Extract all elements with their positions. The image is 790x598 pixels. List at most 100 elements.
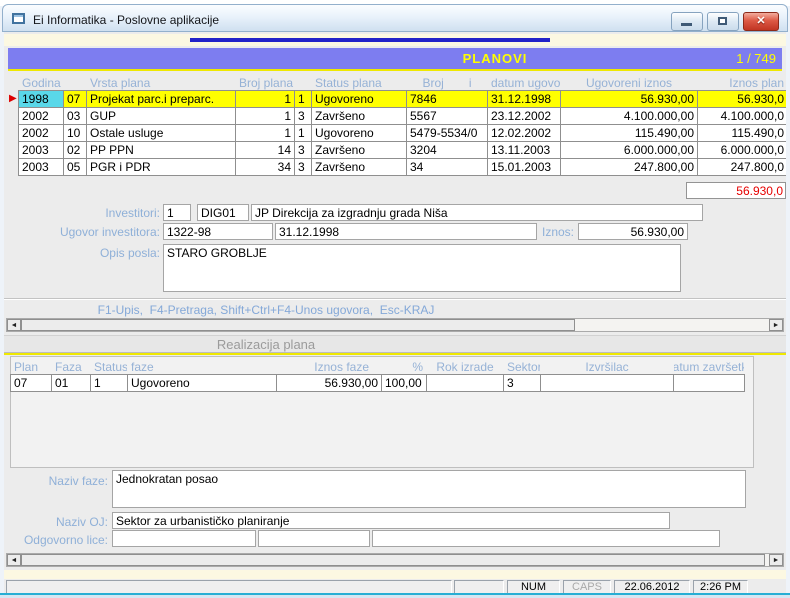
scroll-left-icon[interactable]: ◄ [7, 554, 21, 566]
cell-vrsta-code[interactable]: 05 [64, 159, 86, 175]
scroll-right-icon[interactable]: ► [769, 319, 783, 331]
cell-godina[interactable]: 2002 [19, 125, 63, 141]
cell-broj-plana[interactable]: 14 [236, 142, 294, 158]
cell-status[interactable]: Ugovoreno [312, 91, 406, 107]
cell-vrsta-code[interactable]: 02 [64, 142, 86, 158]
close-button[interactable]: ✕ [743, 12, 779, 31]
cell-iznos-plana[interactable]: 115.490,0 [698, 125, 786, 141]
investitor-name-field[interactable]: JP Direkcija za izgradnju grada Niša [251, 204, 703, 221]
cell-procenat[interactable]: 100,00 [382, 375, 426, 391]
cell-datum[interactable]: 12.02.2002 [488, 125, 560, 141]
cell-vrsta-code[interactable]: 07 [64, 91, 86, 107]
scroll-right-icon[interactable]: ► [769, 554, 783, 566]
investitor-code-field[interactable]: DIG01 [197, 204, 249, 221]
plans-grid-header: Godina Vrsta plana Broj plana Status pla… [18, 74, 786, 91]
naziv-oj-field[interactable]: Sektor za urbanističko planiranje [112, 512, 670, 529]
cell-vrsta-code[interactable]: 03 [64, 108, 86, 124]
naziv-faze-field[interactable]: Jednokratan posao [112, 470, 746, 508]
realization-title: Realizacija plana [4, 336, 528, 352]
cell-iznos-faze[interactable]: 56.930,00 [277, 375, 381, 391]
cell-iznos-plana[interactable]: 4.100.000,0 [698, 108, 786, 124]
ugovor-broj-field[interactable]: 1322-98 [163, 223, 273, 240]
scrollbar-thumb[interactable] [21, 319, 575, 331]
cell-vrsta-code[interactable]: 10 [64, 125, 86, 141]
cell-broj-plana[interactable]: 34 [236, 159, 294, 175]
cell-datum[interactable]: 15.01.2003 [488, 159, 560, 175]
ugovor-datum-field[interactable]: 31.12.1998 [275, 223, 537, 240]
cell-status[interactable]: Završeno [312, 108, 406, 124]
investitor-id-field[interactable]: 1 [163, 204, 191, 221]
cell-faza[interactable]: 01 [52, 375, 90, 391]
col-status: Status plana [312, 75, 406, 90]
cell-datum[interactable]: 13.11.2003 [488, 142, 560, 158]
cell-broj-ugovora[interactable]: 3204 [407, 142, 487, 158]
cell-status-code[interactable]: 3 [295, 108, 311, 124]
plans-hscrollbar[interactable]: ◄ ► [6, 318, 784, 332]
cell-ugovoreni[interactable]: 4.100.000,00 [561, 108, 697, 124]
iznos-field[interactable]: 56.930,00 [578, 223, 688, 240]
cell-status[interactable]: Završeno [312, 159, 406, 175]
window-controls: ✕ [671, 12, 779, 31]
col-status-code [295, 75, 311, 90]
cell-broj-plana[interactable]: 1 [236, 91, 294, 107]
cell-broj-ugovora[interactable]: 7846 [407, 91, 487, 107]
cell-plan[interactable]: 07 [11, 375, 51, 391]
cell-broj-ugovora[interactable]: 5479-5534/0 [407, 125, 487, 141]
cell-godina[interactable]: 2002 [19, 108, 63, 124]
cell-faze[interactable]: Ugovoreno [128, 375, 276, 391]
cell-status[interactable]: Završeno [312, 142, 406, 158]
cell-datum-zavrsetka[interactable] [674, 375, 744, 391]
title-bar[interactable]: Ei Informatika - Poslovne aplikacije ✕ [2, 4, 788, 32]
form-content: PLANOVI 1 / 749 Godina Vrsta plana Broj … [4, 32, 786, 594]
cell-sektor[interactable]: 3 [504, 375, 540, 391]
cell-ugovoreni[interactable]: 247.800,00 [561, 159, 697, 175]
scrollbar-thumb[interactable] [21, 554, 765, 566]
ugovor-investitora-label: Ugovor investitora: [24, 225, 160, 239]
cell-broj-plana[interactable]: 1 [236, 108, 294, 124]
cell-vrsta[interactable]: GUP [87, 108, 235, 124]
cell-iznos-plana[interactable]: 247.800,0 [698, 159, 786, 175]
cell-status[interactable]: Ugovoreno [312, 125, 406, 141]
cell-status-code[interactable]: 1 [295, 125, 311, 141]
cell-status-faze[interactable]: 1 [91, 375, 127, 391]
col-iznos-faze: Iznos faze [277, 359, 381, 374]
cell-ugovoreni[interactable]: 6.000.000,00 [561, 142, 697, 158]
cell-godina[interactable]: 2003 [19, 142, 63, 158]
cell-ugovoreni[interactable]: 115.490,00 [561, 125, 697, 141]
cell-datum[interactable]: 31.12.1998 [488, 91, 560, 107]
scroll-left-icon[interactable]: ◄ [7, 319, 21, 331]
cell-godina[interactable]: 1998 [19, 91, 63, 107]
cell-izvrsilac[interactable] [541, 375, 673, 391]
opis-posla-field[interactable]: STARO GROBLJE [163, 244, 681, 292]
odgovorno-lice-field-1[interactable] [112, 530, 256, 547]
cell-vrsta[interactable]: Ostale usluge [87, 125, 235, 141]
status-empty-panel [454, 580, 504, 594]
cell-rok-izrade[interactable] [427, 375, 503, 391]
cell-iznos-plana[interactable]: 6.000.000,0 [698, 142, 786, 158]
cell-iznos-plana[interactable]: 56.930,0 [698, 91, 786, 107]
col-procenat: % [382, 359, 426, 374]
naziv-oj-label: Naziv OJ: [4, 515, 108, 529]
cell-godina[interactable]: 2003 [19, 159, 63, 175]
plans-grid: 1998 07 Projekat parc.i preparc. 1 1 Ugo… [18, 90, 786, 176]
cell-vrsta[interactable]: Projekat parc.i preparc. [87, 91, 235, 107]
cell-broj-ugovora[interactable]: 34 [407, 159, 487, 175]
odgovorno-lice-field-3[interactable] [372, 530, 720, 547]
cell-vrsta[interactable]: PGR i PDR [87, 159, 235, 175]
maximize-button[interactable] [707, 12, 739, 31]
cell-vrsta[interactable]: PP PPN [87, 142, 235, 158]
cell-status-code[interactable]: 3 [295, 159, 311, 175]
status-time: 2:26 PM [693, 580, 748, 594]
cell-ugovoreni[interactable]: 56.930,00 [561, 91, 697, 107]
total-field: 56.930,0 [686, 182, 786, 199]
col-godina: Godina [19, 75, 63, 90]
cell-broj-plana[interactable]: 1 [236, 125, 294, 141]
page-title: PLANOVI [208, 51, 782, 66]
cell-broj-ugovora[interactable]: 5567 [407, 108, 487, 124]
cell-status-code[interactable]: 1 [295, 91, 311, 107]
cell-status-code[interactable]: 3 [295, 142, 311, 158]
odgovorno-lice-field-2[interactable] [258, 530, 370, 547]
minimize-button[interactable] [671, 12, 703, 31]
realization-hscrollbar[interactable]: ◄ ► [6, 553, 784, 567]
cell-datum[interactable]: 23.12.2002 [488, 108, 560, 124]
